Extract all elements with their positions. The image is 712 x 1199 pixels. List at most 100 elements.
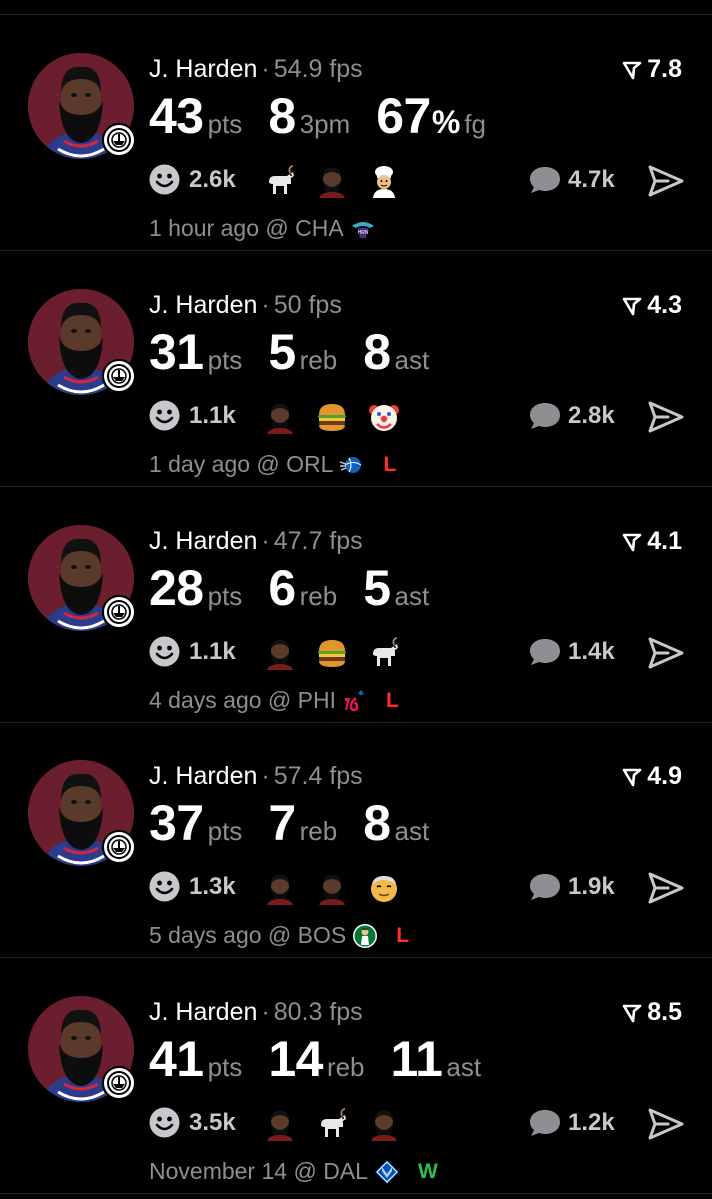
stat-value: 14: [268, 1031, 323, 1087]
game-card[interactable]: J. Harden · 57.4 fps 4.9 37 pts 7 reb 8 ast 1.3…: [0, 722, 712, 958]
player-face-emoji-icon: [367, 1107, 401, 1141]
game-card[interactable]: J. Harden · 80.3 fps 8.5 41 pts 14 reb 11 ast 3…: [0, 958, 712, 1194]
stat-line: 43 pts 8 3pm 67% fg: [149, 87, 512, 145]
stat-item: 41 pts: [149, 1030, 242, 1088]
rating-score[interactable]: 4.9: [621, 762, 682, 791]
game-time-opponent[interactable]: November 14 @ DAL: [149, 1158, 368, 1185]
send-share-icon[interactable]: [648, 165, 684, 197]
separator: ·: [261, 527, 270, 555]
send-share-icon[interactable]: [648, 637, 684, 669]
stat-item: 7 reb: [268, 794, 337, 852]
rating-score[interactable]: 8.5: [621, 998, 682, 1027]
rating-score[interactable]: 4.3: [621, 291, 682, 320]
player-face-emoji-icon: [263, 871, 297, 905]
game-time-opponent[interactable]: 5 days ago @ BOS: [149, 922, 346, 949]
reaction-row: 3.5k 1.2k: [149, 1104, 689, 1142]
goat-emoji-icon: [263, 164, 297, 198]
stat-unit: ast: [394, 816, 430, 846]
player-name[interactable]: J. Harden: [149, 998, 257, 1026]
player-face-emoji-icon: [263, 400, 297, 434]
stat-line: 31 pts 5 reb 8 ast: [149, 323, 455, 381]
clown-emoji-icon: [367, 400, 401, 434]
game-time-opponent[interactable]: 1 hour ago @ CHA: [149, 215, 344, 242]
smiley-react-icon[interactable]: [149, 400, 180, 431]
game-card[interactable]: J. Harden · 47.7 fps 4.1 28 pts 6 reb 5 ast 1.1…: [0, 487, 712, 723]
smiley-react-icon[interactable]: [149, 871, 180, 902]
post-header: J. Harden · 47.7 fps: [149, 527, 363, 556]
svg-text:HRN: HRN: [357, 230, 368, 236]
send-share-icon[interactable]: [648, 401, 684, 433]
comment-bubble-icon[interactable]: [528, 401, 562, 431]
team-badge-icon: [102, 359, 136, 393]
stat-line: 37 pts 7 reb 8 ast: [149, 794, 455, 852]
game-time-opponent[interactable]: 1 day ago @ ORL: [149, 451, 333, 478]
reactions-count: 3.5k: [189, 1109, 236, 1136]
stat-item: 5 ast: [363, 559, 429, 617]
send-share-icon[interactable]: [648, 1108, 684, 1140]
post-header: J. Harden · 80.3 fps: [149, 998, 363, 1027]
stat-value: 5: [363, 560, 391, 616]
player-face-emoji-icon: [263, 1107, 297, 1141]
stat-unit: pts: [207, 581, 243, 611]
stat-unit: ast: [394, 581, 430, 611]
76ers-logo-icon: [342, 688, 368, 714]
player-face-emoji-icon: [315, 164, 349, 198]
post-header: J. Harden · 54.9 fps: [149, 55, 363, 84]
smiley-react-icon[interactable]: [149, 164, 180, 195]
stat-item: 5 reb: [268, 323, 337, 381]
fps-value: 47.7 fps: [273, 527, 363, 555]
player-name[interactable]: J. Harden: [149, 762, 257, 790]
fps-value: 57.4 fps: [273, 762, 363, 790]
smiley-react-icon[interactable]: [149, 1107, 180, 1138]
stat-unit: reb: [326, 1052, 365, 1082]
team-badge-icon: [102, 123, 136, 157]
stat-value: 5: [268, 324, 296, 380]
stat-value: 6: [268, 560, 296, 616]
player-name[interactable]: J. Harden: [149, 55, 257, 83]
older-person-emoji-icon: [367, 871, 401, 905]
comment-bubble-icon[interactable]: [528, 165, 562, 195]
stat-line: 28 pts 6 reb 5 ast: [149, 559, 455, 617]
game-time-opponent[interactable]: 4 days ago @ PHI: [149, 687, 336, 714]
separator: ·: [261, 998, 270, 1026]
smiley-react-icon[interactable]: [149, 636, 180, 667]
stat-item: 28 pts: [149, 559, 242, 617]
stat-value: 8: [363, 795, 391, 851]
stat-unit: ast: [446, 1052, 482, 1082]
separator: ·: [261, 55, 270, 83]
comment-bubble-icon[interactable]: [528, 872, 562, 902]
stat-value: 67: [376, 88, 431, 144]
comments-count: 1.9k: [568, 873, 615, 900]
comment-bubble-icon[interactable]: [528, 637, 562, 667]
stat-item: 31 pts: [149, 323, 242, 381]
stat-value: 11: [390, 1031, 443, 1087]
score-value: 4.1: [647, 527, 682, 555]
reaction-row: 1.1k 2.8k: [149, 397, 689, 435]
game-card[interactable]: J. Harden · 50 fps 4.3 31 pts 5 reb 8 ast 1.1k …: [0, 251, 712, 487]
game-card[interactable]: J. Harden · 54.9 fps 7.8 43 pts 8 3pm 67% fg 2.…: [0, 15, 712, 251]
separator: ·: [261, 762, 270, 790]
send-share-icon[interactable]: [648, 872, 684, 904]
comments-count: 4.7k: [568, 166, 615, 193]
hornets-logo-icon: HRN: [350, 216, 376, 242]
comment-bubble-icon[interactable]: [528, 1108, 562, 1138]
team-badge-icon: [102, 830, 136, 864]
fps-value: 54.9 fps: [273, 55, 363, 83]
stat-item: 6 reb: [268, 559, 337, 617]
arrow-up-left-icon: [622, 533, 642, 551]
post-header: J. Harden · 50 fps: [149, 291, 342, 320]
stat-item: 11 ast: [391, 1030, 482, 1088]
stat-item: 14 reb: [268, 1030, 364, 1088]
rating-score[interactable]: 4.1: [621, 527, 682, 556]
score-value: 8.5: [647, 998, 682, 1026]
stat-unit: reb: [299, 581, 338, 611]
player-name[interactable]: J. Harden: [149, 527, 257, 555]
reactions-count: 1.1k: [189, 402, 236, 429]
goat-emoji-icon: [315, 1107, 349, 1141]
stat-item: 8 ast: [363, 794, 429, 852]
stat-line: 41 pts 14 reb 11 ast: [149, 1030, 507, 1088]
score-value: 7.8: [647, 55, 682, 83]
stat-value: 31: [149, 324, 204, 380]
player-name[interactable]: J. Harden: [149, 291, 257, 319]
rating-score[interactable]: 7.8: [621, 55, 682, 84]
